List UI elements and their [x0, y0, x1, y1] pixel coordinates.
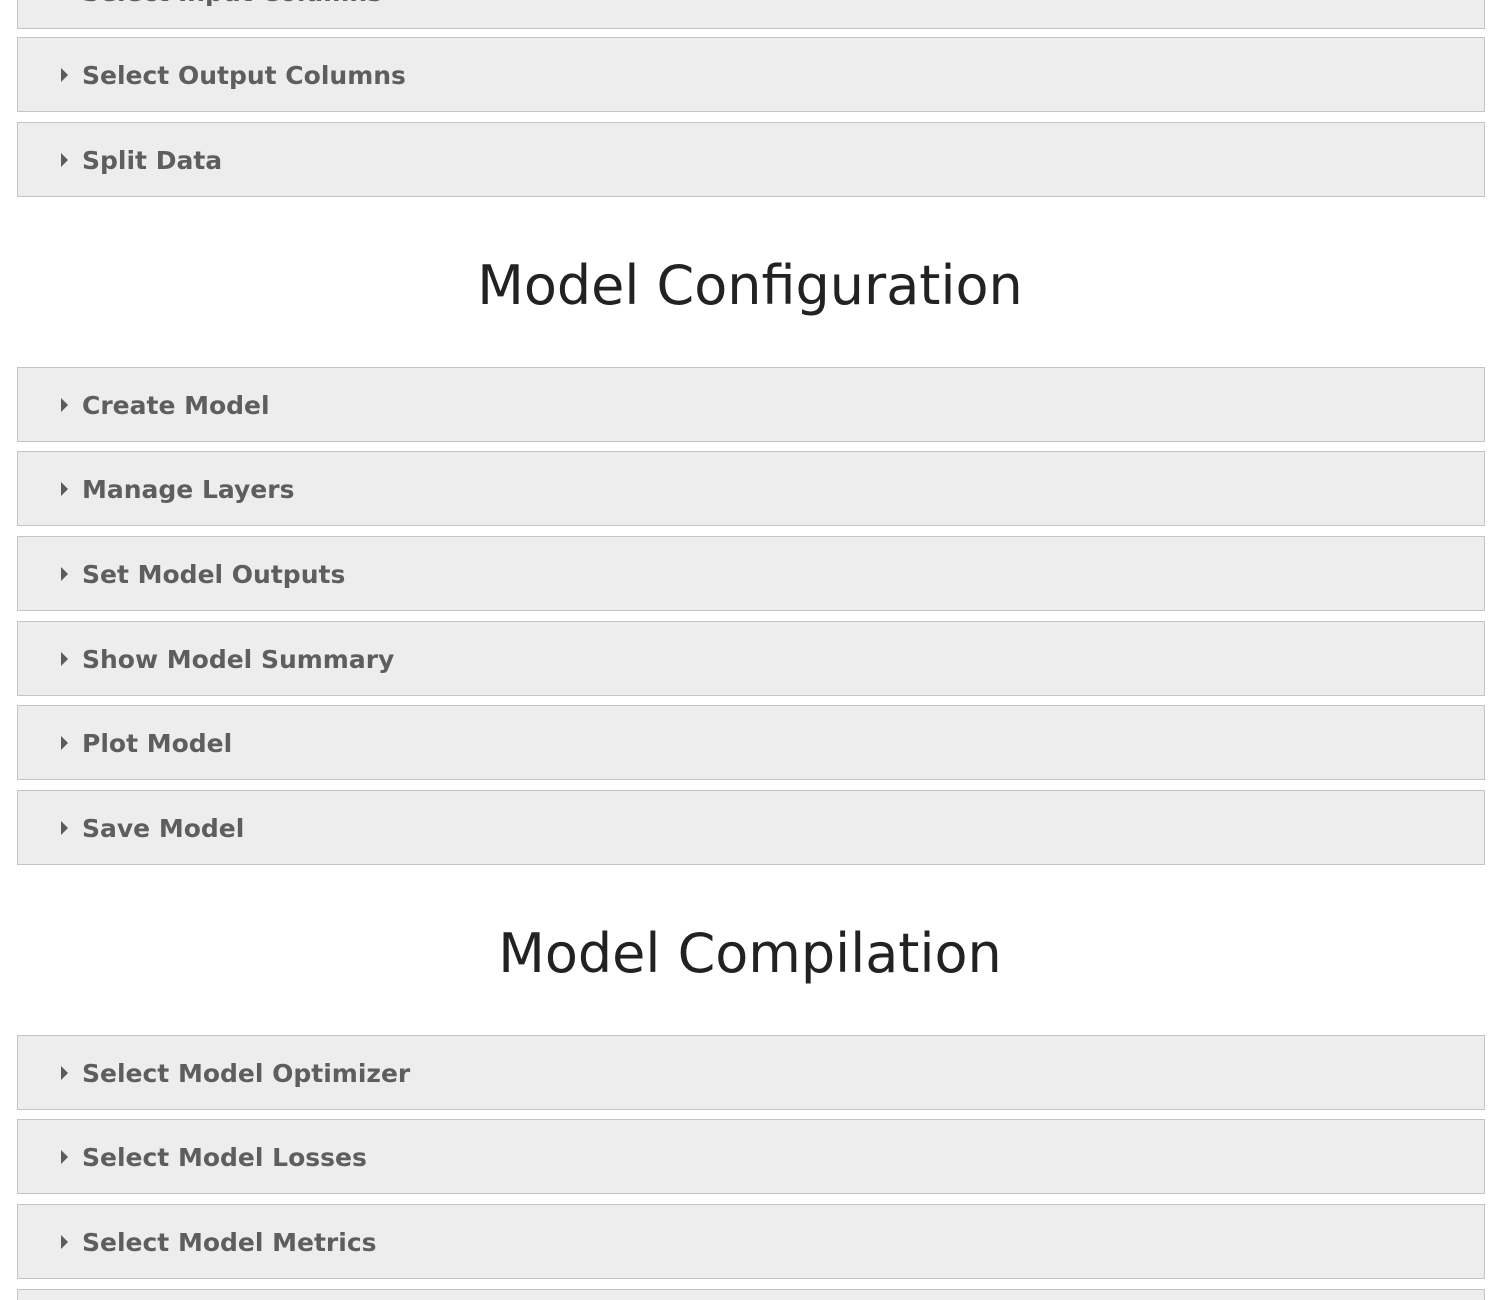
- panel-next-collapsed[interactable]: [17, 1289, 1485, 1300]
- panel-label: Manage Layers: [82, 475, 295, 504]
- panel-select-model-metrics[interactable]: Select Model Metrics: [17, 1204, 1485, 1279]
- panel-label: Select Model Optimizer: [82, 1059, 411, 1088]
- panel-create-model[interactable]: Create Model: [17, 367, 1485, 442]
- caret-right-icon: [61, 1150, 68, 1164]
- panel-label: Create Model: [82, 391, 270, 420]
- caret-right-icon: [61, 736, 68, 750]
- caret-right-icon: [61, 153, 68, 167]
- caret-right-icon: [61, 652, 68, 666]
- panel-select-input-columns[interactable]: Select Input Columns: [17, 0, 1485, 29]
- panel-set-model-outputs[interactable]: Set Model Outputs: [17, 536, 1485, 611]
- caret-right-icon: [61, 1235, 68, 1249]
- panel-label: Set Model Outputs: [82, 560, 346, 589]
- caret-right-icon: [61, 482, 68, 496]
- panel-split-data[interactable]: Split Data: [17, 122, 1485, 197]
- panel-label: Select Output Columns: [82, 61, 406, 90]
- panel-label: Save Model: [82, 814, 245, 843]
- panel-select-model-losses[interactable]: Select Model Losses: [17, 1119, 1485, 1194]
- caret-right-icon: [61, 567, 68, 581]
- caret-right-icon: [61, 68, 68, 82]
- caret-right-icon: [61, 1066, 68, 1080]
- panel-save-model[interactable]: Save Model: [17, 790, 1485, 865]
- panel-label: Select Model Losses: [82, 1143, 367, 1172]
- panel-label: Show Model Summary: [82, 645, 395, 674]
- section-heading-model-compilation: Model Compilation: [498, 922, 1002, 985]
- panel-plot-model[interactable]: Plot Model: [17, 705, 1485, 780]
- caret-right-icon: [61, 821, 68, 835]
- panel-select-output-columns[interactable]: Select Output Columns: [17, 37, 1485, 112]
- panel-select-model-optimizer[interactable]: Select Model Optimizer: [17, 1035, 1485, 1110]
- panel-manage-layers[interactable]: Manage Layers: [17, 451, 1485, 526]
- panel-label: Select Model Metrics: [82, 1228, 377, 1257]
- panel-show-model-summary[interactable]: Show Model Summary: [17, 621, 1485, 696]
- panel-label: Select Input Columns: [82, 0, 382, 30]
- page: Select Input Columns Select Output Colum…: [0, 0, 1500, 1300]
- section-heading-model-configuration: Model Configuration: [477, 254, 1023, 317]
- panel-label: Split Data: [82, 146, 223, 175]
- caret-right-icon: [61, 398, 68, 412]
- panel-label: Plot Model: [82, 729, 233, 758]
